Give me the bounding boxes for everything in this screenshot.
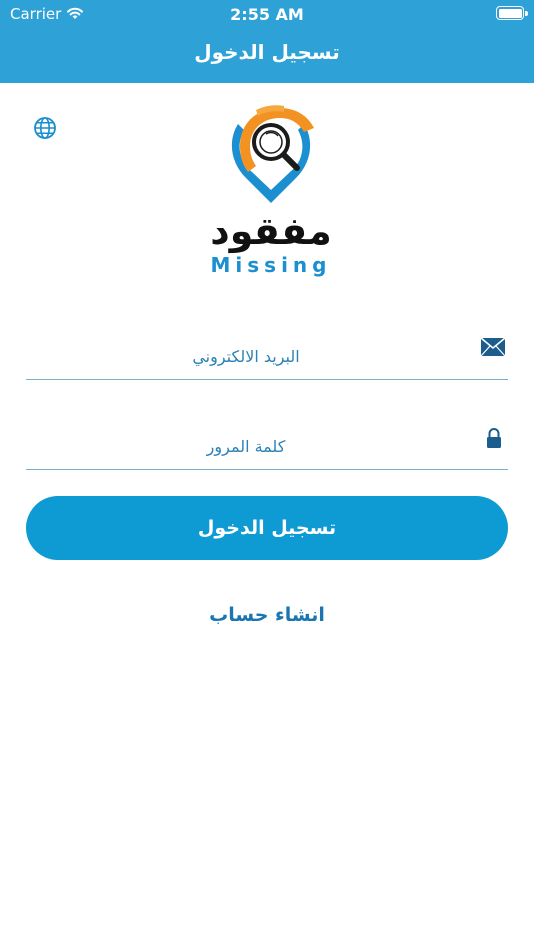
status-bar: Carrier 2:55 AM: [0, 0, 534, 28]
logo-english-text: Missing: [211, 253, 332, 277]
create-account-link[interactable]: انشاء حساب: [0, 604, 534, 626]
envelope-icon: [480, 337, 506, 361]
logo-arabic-text: مفقود: [210, 209, 332, 253]
password-input[interactable]: [26, 424, 466, 468]
login-button[interactable]: تسجيل الدخول: [26, 496, 508, 560]
password-field: [26, 424, 508, 470]
lock-icon: [486, 427, 502, 453]
page-title: تسجيل الدخول: [194, 40, 340, 64]
email-input[interactable]: [26, 334, 466, 378]
battery-icon: [496, 6, 528, 20]
app-header: Carrier 2:55 AM تسجيل الدخول: [0, 0, 534, 83]
globe-icon[interactable]: [33, 116, 57, 140]
app-logo: مفقود Missing: [200, 100, 342, 278]
email-field: [26, 334, 508, 380]
status-time: 2:55 AM: [230, 5, 304, 24]
